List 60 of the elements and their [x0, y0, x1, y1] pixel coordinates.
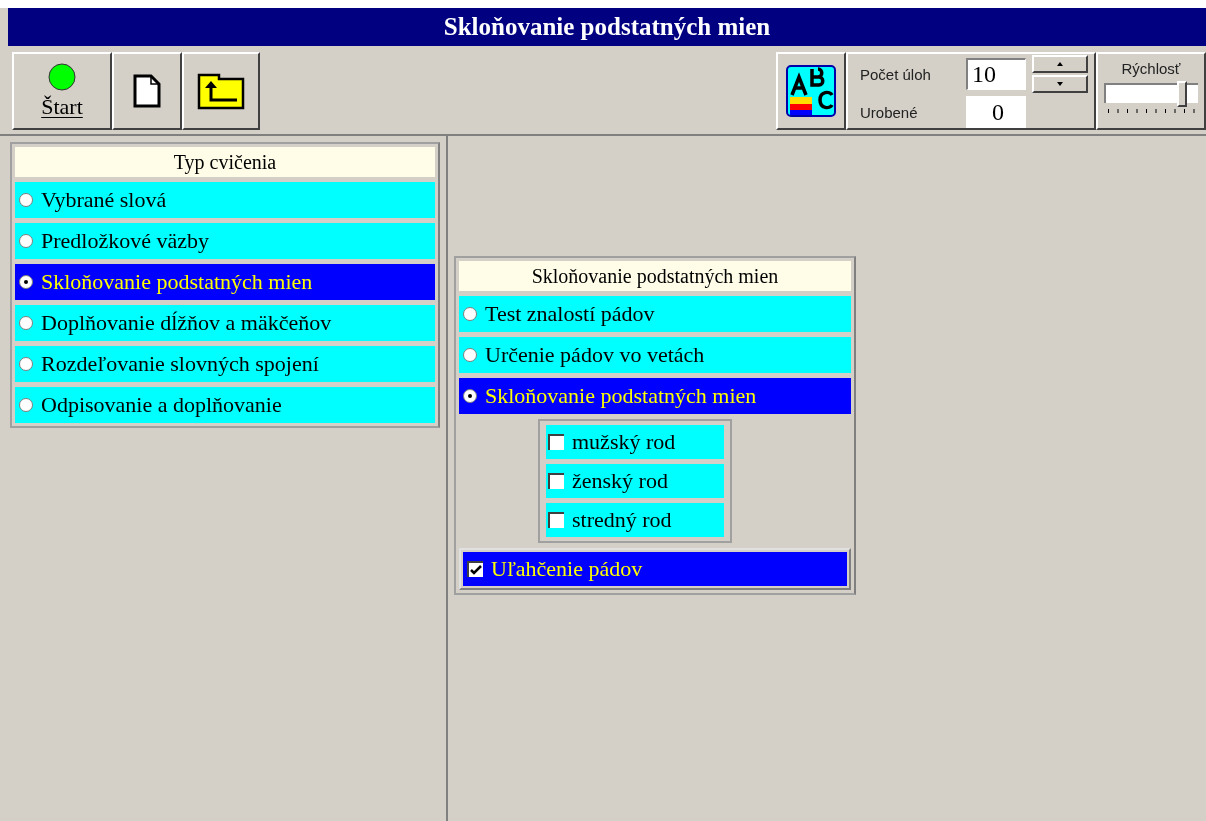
option-row[interactable]: Doplňovanie dĺžňov a mäkčeňov [15, 305, 435, 341]
start-button[interactable]: Štart [12, 52, 112, 130]
option-row[interactable]: Vybrané slová [15, 182, 435, 218]
abc-icon [786, 65, 836, 117]
speed-label: Rýchlosť [1121, 60, 1181, 77]
checkbox[interactable] [548, 434, 564, 450]
gender-checkbox-row[interactable]: mužský rod [546, 425, 724, 459]
done-value: 0 [966, 96, 1026, 128]
option-row[interactable]: Skloňovanie podstatných mien [15, 264, 435, 300]
checkbox[interactable] [548, 512, 564, 528]
option-label: Odpisovanie a doplňovanie [41, 392, 282, 418]
circle-icon [47, 62, 77, 92]
option-label: Vybrané slová [41, 187, 167, 213]
down-icon [1057, 82, 1063, 86]
folder-icon [197, 72, 245, 110]
option-label: Rozdeľovanie slovných spojení [41, 351, 319, 377]
checkbox[interactable] [467, 561, 483, 577]
done-label: Urobené [860, 103, 919, 121]
document-icon [133, 74, 161, 108]
spin-down-button[interactable] [1032, 75, 1088, 93]
option-row[interactable]: Predložkové väzby [15, 223, 435, 259]
radio-icon [19, 398, 33, 412]
option-row[interactable]: Skloňovanie podstatných mien [459, 378, 851, 414]
option-row[interactable]: Určenie pádov vo vetách [459, 337, 851, 373]
option-label: Doplňovanie dĺžňov a mäkčeňov [41, 310, 332, 336]
option-label: Skloňovanie podstatných mien [485, 383, 757, 409]
option-row[interactable]: Rozdeľovanie slovných spojení [15, 346, 435, 382]
spin-up-button[interactable] [1032, 55, 1088, 73]
up-icon [1057, 62, 1063, 66]
spelling-button[interactable] [776, 52, 846, 130]
option-row[interactable]: Odpisovanie a doplňovanie [15, 387, 435, 423]
radio-icon [463, 348, 477, 362]
slider-thumb[interactable] [1177, 81, 1188, 107]
gender-label: mužský rod [572, 429, 676, 455]
radio-icon [463, 389, 477, 403]
new-file-button[interactable] [112, 52, 182, 130]
panel-title: Typ cvičenia [15, 147, 435, 177]
gender-label: ženský rod [572, 468, 668, 494]
radio-icon [19, 316, 33, 330]
radio-icon [19, 275, 33, 289]
radio-icon [463, 307, 477, 321]
option-row[interactable]: Test znalostí pádov [459, 296, 851, 332]
panel-title: Skloňovanie podstatných mien [459, 261, 851, 291]
count-field[interactable]: 10 [966, 58, 1026, 90]
count-label: Počet úloh [860, 65, 932, 83]
option-label: Skloňovanie podstatných mien [41, 269, 313, 295]
radio-icon [19, 357, 33, 371]
window-title: Skloňovanie podstatných mien [8, 8, 1206, 46]
option-label: Určenie pádov vo vetách [485, 342, 705, 368]
option-label: Test znalostí pádov [485, 301, 655, 327]
radio-icon [19, 193, 33, 207]
checkbox[interactable] [548, 473, 564, 489]
option-label: Predložkové väzby [41, 228, 209, 254]
radio-icon [19, 234, 33, 248]
open-folder-button[interactable] [182, 52, 260, 130]
hint-label: Uľahčenie pádov [491, 556, 643, 582]
gender-checkbox-row[interactable]: stredný rod [546, 503, 724, 537]
gender-checkbox-row[interactable]: ženský rod [546, 464, 724, 498]
gender-label: stredný rod [572, 507, 672, 533]
hint-checkbox-row[interactable]: Uľahčenie pádov [463, 552, 847, 586]
